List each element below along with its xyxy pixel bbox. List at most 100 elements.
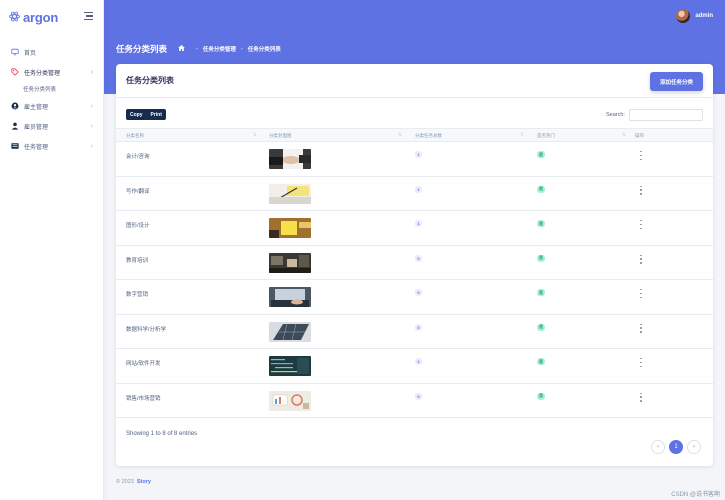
more-actions-icon[interactable] — [639, 185, 643, 195]
column-header-hot[interactable]: 是否热门 — [537, 133, 555, 139]
hot-status-badge: 是 — [537, 358, 545, 365]
copy-button[interactable]: Copy — [126, 109, 147, 120]
pagination-next-button[interactable]: › — [687, 440, 701, 454]
card-title: 任务分类列表 — [126, 76, 174, 85]
sidebar-item-employee[interactable]: 雇员管理 › — [0, 116, 103, 136]
sort-icon[interactable]: ⇅ — [253, 132, 257, 138]
more-actions-icon[interactable] — [639, 254, 643, 264]
home-icon[interactable] — [178, 45, 185, 53]
table-row: 数字营销 0 是 — [116, 280, 713, 315]
task-count-badge: 0 — [415, 289, 422, 296]
sidebar-item-label: 首页 — [24, 50, 37, 57]
sidebar-toggle-icon[interactable] — [84, 12, 93, 20]
hot-status-badge: 是 — [537, 323, 545, 331]
chevron-down-icon: › — [90, 142, 93, 150]
laptop-typing-photo — [269, 287, 311, 307]
table-header: 分类名称 ⇅ 分类封面图 ⇅ 分类任务总数 ⇅ 是否热门 ⇅ 操作 — [116, 128, 713, 142]
user-icon — [10, 122, 19, 131]
sidebar-item-employer[interactable]: 雇主管理 › — [0, 96, 103, 116]
chevron-down-icon: › — [90, 68, 93, 76]
footer-link[interactable]: Story — [137, 479, 151, 485]
category-name: 写作/翻译 — [126, 188, 150, 195]
sort-icon[interactable]: ⇅ — [398, 132, 402, 138]
table-row: 教育培训 0 是 — [116, 246, 713, 280]
more-actions-icon[interactable] — [639, 151, 643, 160]
sticky-notes-photo — [269, 218, 311, 238]
avatar — [676, 9, 691, 23]
list-icon — [10, 142, 19, 151]
task-count-badge: 1 — [415, 220, 422, 227]
column-header-count[interactable]: 分类任务总数 — [415, 133, 442, 139]
atom-logo-icon — [9, 11, 20, 24]
breadcrumb-separator: - — [240, 46, 243, 52]
pagination-prev-button[interactable]: ‹ — [651, 440, 665, 454]
more-actions-icon[interactable] — [639, 358, 643, 367]
breadcrumb-item[interactable]: 任务分类管理 — [203, 45, 236, 53]
hot-status-badge: 是 — [537, 254, 545, 262]
sidebar-item-label: 雇主管理 — [24, 104, 49, 111]
table-row: 图形/设计 1 是 — [116, 211, 713, 246]
more-actions-icon[interactable] — [639, 323, 643, 333]
export-toolbar: Copy Print — [126, 109, 166, 120]
category-name: 数据科学/分析学 — [126, 326, 167, 333]
sort-icon[interactable]: ⇅ — [622, 132, 626, 138]
table-row: 网站/软件开发 2 是 — [116, 349, 713, 384]
more-actions-icon[interactable] — [639, 289, 643, 298]
sidebar-item-category[interactable]: 任务分类管理 › — [0, 62, 103, 82]
column-header-cover[interactable]: 分类封面图 — [269, 133, 292, 139]
pagination-page-1[interactable]: 1 — [669, 440, 683, 454]
breadcrumb: - 任务分类管理 - 任务分类列表 — [178, 45, 281, 53]
tag-icon — [10, 68, 19, 77]
page-title: 任务分类列表 — [116, 44, 168, 54]
task-count-badge: 0 — [415, 323, 422, 331]
chevron-down-icon: › — [90, 102, 93, 110]
task-count-badge: 1 — [415, 185, 422, 193]
sidebar-item-task[interactable]: 任务管理 › — [0, 136, 103, 156]
solar-panel-photo — [269, 321, 311, 342]
table-info: Showing 1 to 8 of 8 entries — [126, 431, 198, 437]
category-name: 数字营销 — [126, 292, 149, 298]
add-category-button[interactable]: 添加任务分类 — [650, 72, 703, 91]
sidebar: argon 首页 任务分类管理 › 任务分类列表 雇主管理 › 雇员管理 › 任… — [0, 0, 104, 500]
user-circle-icon — [10, 102, 19, 111]
more-actions-icon[interactable] — [639, 392, 643, 402]
classroom-photo — [269, 252, 311, 273]
breadcrumb-separator: - — [196, 46, 198, 52]
column-header-actions: 操作 — [635, 133, 644, 138]
category-name: 网站/软件开发 — [126, 361, 161, 367]
sidebar-item-label: 任务分类管理 — [24, 70, 61, 77]
watermark: CSDN @说书客啊 — [671, 492, 720, 498]
hot-status-badge: 是 — [537, 289, 545, 296]
sidebar-subitem-category-list[interactable]: 任务分类列表 — [0, 82, 103, 96]
sidebar-item-home[interactable]: 首页 — [0, 42, 103, 62]
task-count-badge: 2 — [415, 358, 422, 365]
task-count-badge: 1 — [415, 151, 422, 158]
user-menu[interactable]: admin — [676, 9, 713, 23]
hot-status-badge: 是 — [537, 185, 545, 193]
sidebar-nav: 首页 任务分类管理 › 任务分类列表 雇主管理 › 雇员管理 › 任务管理 › — [0, 42, 103, 156]
handshake-photo — [269, 149, 311, 169]
user-name: admin — [695, 13, 713, 19]
footer-copyright: © 2023 — [116, 479, 134, 485]
print-button[interactable]: Print — [146, 109, 166, 120]
search-input[interactable] — [629, 109, 703, 121]
footer: © 2023 Story — [116, 479, 151, 485]
hot-status-badge: 是 — [537, 151, 545, 158]
search-label: Search: — [606, 112, 625, 118]
table-row: 会计/咨询 1 是 — [116, 142, 713, 177]
task-count-badge: 0 — [415, 392, 422, 400]
monitor-icon — [10, 48, 19, 57]
table-body: 会计/咨询 1 是 写作/翻译 1 是 图形/设计 1 是 教育培训 0 是 数… — [116, 142, 713, 418]
code-screen-photo — [269, 356, 311, 376]
hot-status-badge: 是 — [537, 392, 545, 400]
category-name: 销售/市场营销 — [126, 395, 161, 402]
column-header-name[interactable]: 分类名称 — [126, 133, 144, 139]
table-row: 数据科学/分析学 0 是 — [116, 315, 713, 349]
writing-photo — [269, 183, 311, 204]
more-actions-icon[interactable] — [639, 220, 643, 229]
chevron-down-icon: › — [90, 122, 93, 130]
card-header: 任务分类列表 添加任务分类 — [116, 64, 713, 98]
desk-charts-photo — [269, 390, 311, 411]
category-name: 图形/设计 — [126, 223, 150, 229]
sort-icon[interactable]: ⇅ — [520, 132, 524, 138]
